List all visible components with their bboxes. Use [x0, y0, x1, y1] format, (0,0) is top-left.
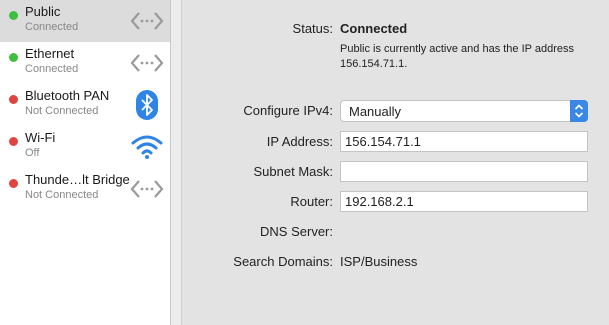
dns-server-label: DNS Server:: [260, 224, 333, 239]
chevron-updown-icon: [574, 104, 584, 118]
ethernet-arrows-icon: [130, 12, 164, 30]
service-status: Off: [25, 147, 40, 159]
status-dot: [9, 95, 18, 104]
ip-address-label: IP Address:: [266, 134, 333, 149]
service-status: Connected: [25, 63, 79, 75]
status-dot: [9, 137, 18, 146]
service-item-public[interactable]: Public Connected: [0, 0, 170, 42]
service-status: Connected: [25, 21, 79, 33]
ip-address-field[interactable]: [340, 131, 588, 152]
service-status: Not Connected: [25, 189, 99, 201]
service-item-bluetooth-pan[interactable]: Bluetooth PAN Not Connected: [0, 84, 170, 126]
router-field[interactable]: [340, 191, 588, 212]
router-label: Router:: [290, 194, 333, 209]
service-name: Wi-Fi: [25, 130, 56, 145]
status-description: Public is currently active and has the I…: [340, 43, 574, 70]
status-dot: [9, 11, 18, 20]
status-value: Connected: [340, 21, 408, 36]
bluetooth-icon: [136, 90, 158, 120]
service-list: Public Connected Ethernet Connected Blue…: [0, 0, 171, 325]
configure-ipv4-select[interactable]: Manually: [340, 100, 588, 122]
service-name: Bluetooth PAN: [25, 88, 110, 103]
search-domains-value[interactable]: ISP/Business: [340, 254, 417, 269]
service-name: Ethernet: [25, 46, 75, 61]
service-item-ethernet[interactable]: Ethernet Connected: [0, 42, 170, 84]
wifi-icon: [131, 135, 163, 159]
ethernet-arrows-icon: [130, 54, 164, 72]
ethernet-arrows-icon: [130, 180, 164, 198]
service-item-thunderbolt-bridge[interactable]: Thunde…lt Bridge Not Connected: [0, 168, 170, 210]
panel-gutter: [171, 0, 181, 325]
select-stepper[interactable]: [570, 100, 588, 122]
subnet-mask-label: Subnet Mask:: [253, 164, 334, 179]
status-dot: [9, 53, 18, 62]
subnet-mask-field[interactable]: [340, 161, 588, 182]
service-status: Not Connected: [25, 105, 99, 117]
service-item-wifi[interactable]: Wi-Fi Off: [0, 126, 170, 168]
configure-ipv4-value: Manually: [349, 104, 402, 119]
service-name: Public: [25, 4, 61, 19]
configure-ipv4-label: Configure IPv4:: [243, 103, 333, 118]
status-dot: [9, 179, 18, 188]
service-name: Thunde…lt Bridge: [25, 172, 130, 187]
search-domains-label: Search Domains:: [233, 254, 333, 269]
status-label: Status:: [292, 21, 333, 36]
